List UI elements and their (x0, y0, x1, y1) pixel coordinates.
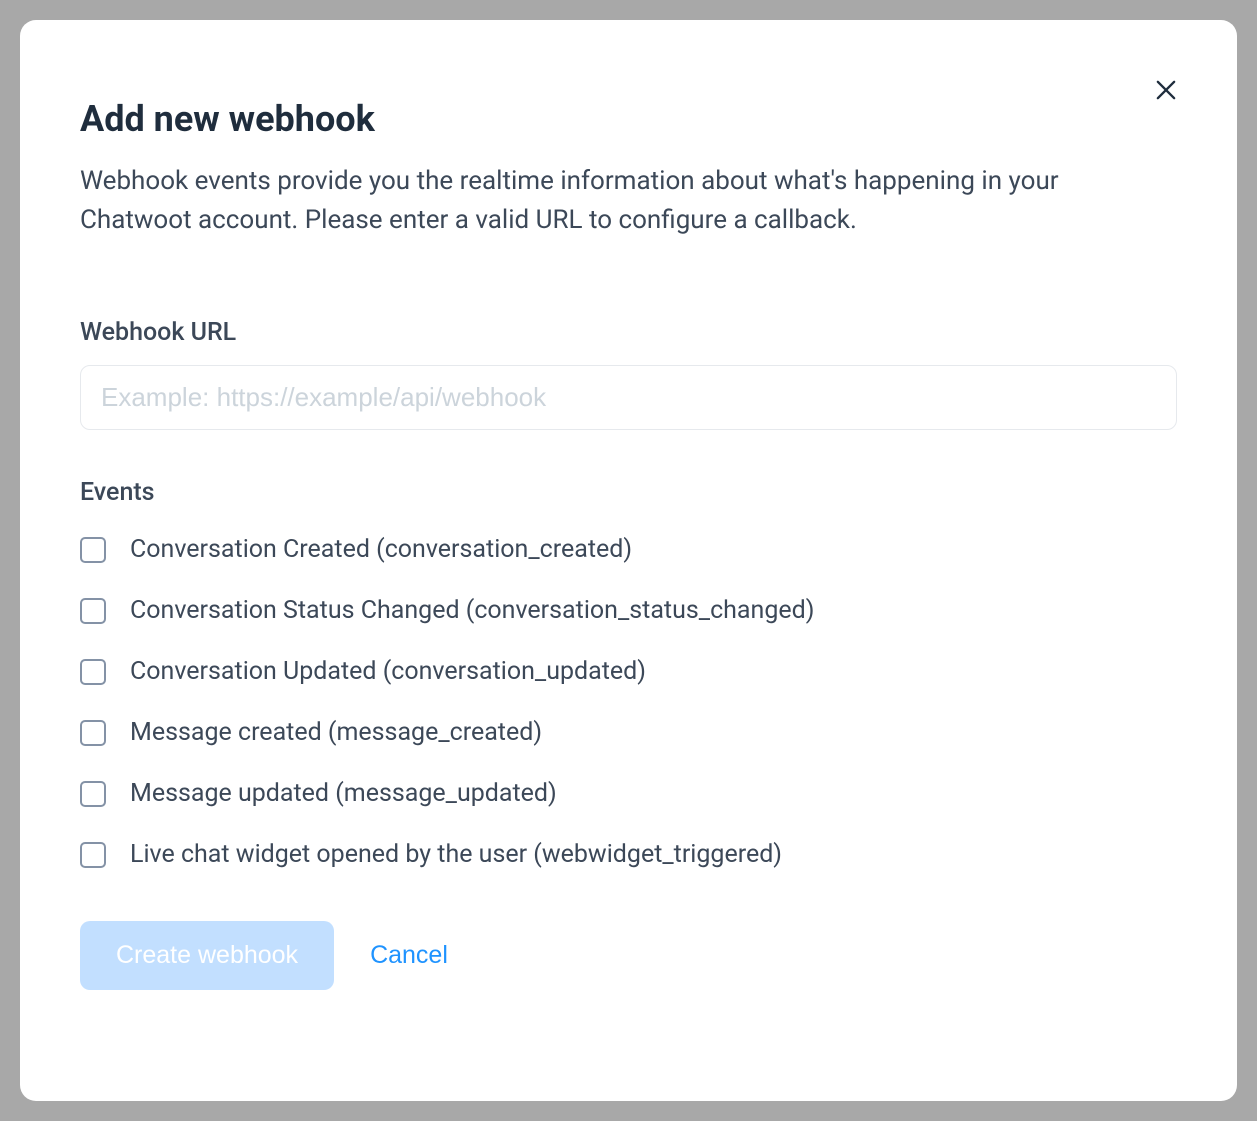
event-row: Message updated (message_updated) (80, 779, 1177, 808)
event-checkbox-conversation-created[interactable] (80, 537, 106, 563)
modal-description: Webhook events provide you the realtime … (80, 162, 1080, 240)
modal-title: Add new webhook (80, 98, 1177, 140)
event-label[interactable]: Conversation Created (conversation_creat… (130, 535, 632, 564)
event-checkbox-webwidget-triggered[interactable] (80, 842, 106, 868)
event-label[interactable]: Conversation Status Changed (conversatio… (130, 596, 814, 625)
event-checkbox-conversation-status-changed[interactable] (80, 598, 106, 624)
event-row: Conversation Created (conversation_creat… (80, 535, 1177, 564)
event-label[interactable]: Conversation Updated (conversation_updat… (130, 657, 646, 686)
event-checkbox-message-updated[interactable] (80, 781, 106, 807)
event-label[interactable]: Live chat widget opened by the user (web… (130, 840, 782, 869)
events-label: Events (80, 478, 1177, 507)
webhook-url-input[interactable] (80, 365, 1177, 430)
event-row: Message created (message_created) (80, 718, 1177, 747)
cancel-button[interactable]: Cancel (370, 941, 448, 970)
events-list: Conversation Created (conversation_creat… (80, 535, 1177, 869)
event-row: Conversation Updated (conversation_updat… (80, 657, 1177, 686)
event-label[interactable]: Message updated (message_updated) (130, 779, 557, 808)
button-row: Create webhook Cancel (80, 921, 1177, 990)
close-icon (1152, 76, 1180, 107)
event-row: Conversation Status Changed (conversatio… (80, 596, 1177, 625)
add-webhook-modal: Add new webhook Webhook events provide y… (20, 20, 1237, 1101)
event-checkbox-conversation-updated[interactable] (80, 659, 106, 685)
event-row: Live chat widget opened by the user (web… (80, 840, 1177, 869)
event-label[interactable]: Message created (message_created) (130, 718, 542, 747)
webhook-url-label: Webhook URL (80, 318, 1177, 347)
create-webhook-button[interactable]: Create webhook (80, 921, 334, 990)
close-button[interactable] (1150, 75, 1182, 107)
event-checkbox-message-created[interactable] (80, 720, 106, 746)
